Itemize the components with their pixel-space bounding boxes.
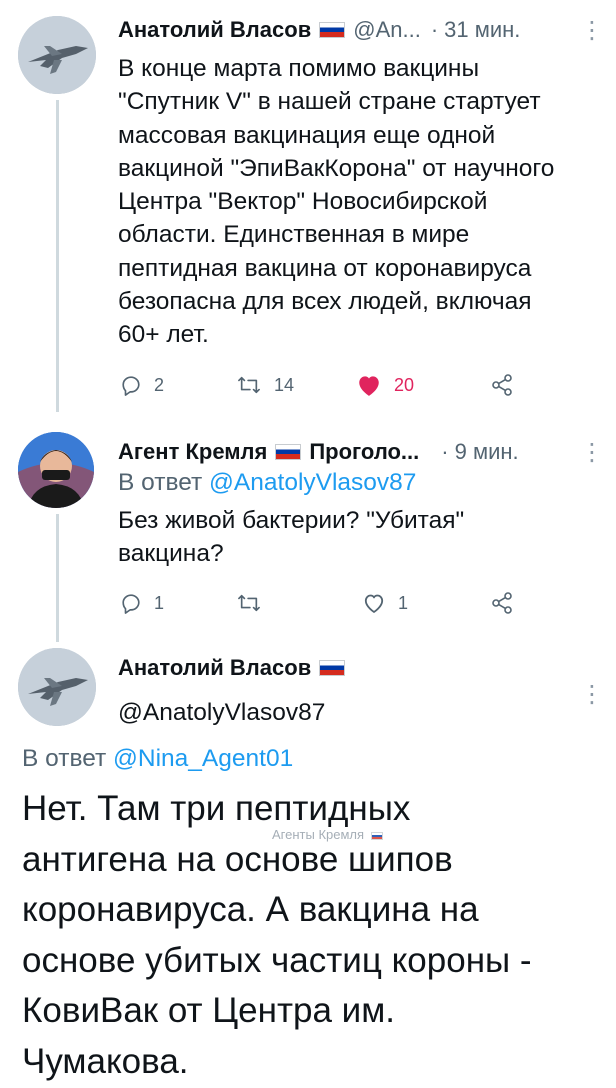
tweet-text: В конце марта помимо вакцины "Спутник V"… — [118, 52, 598, 352]
tweet-line: В конце марта помимо вакцины — [118, 55, 480, 82]
timestamp[interactable]: 9 мин. — [455, 439, 519, 465]
reply-to-link[interactable]: @AnatolyVlasov87 — [209, 469, 416, 496]
retweet-count: 14 — [274, 374, 295, 395]
tweet-line: вакцина? — [118, 540, 224, 568]
avatar[interactable] — [18, 16, 96, 94]
timestamp[interactable]: 31 мин. — [444, 17, 520, 43]
person-avatar-image — [18, 432, 94, 508]
more-options-icon[interactable]: ⋮ — [580, 441, 604, 465]
tweet-line: антигена на основе шипов — [22, 839, 453, 879]
tweet-line: пептидная вакцина от коронавируса — [118, 254, 532, 282]
russia-flag-icon — [370, 831, 383, 840]
russia-flag-icon — [319, 660, 346, 676]
reply-count: 2 — [154, 374, 165, 395]
heart-filled-icon — [359, 376, 379, 396]
reply-prefix: В ответ — [118, 469, 203, 496]
separator-dot: · — [430, 17, 439, 42]
russia-flag-icon — [275, 444, 302, 460]
tweet-actions: 2 14 20 — [120, 370, 520, 400]
share-button[interactable] — [490, 591, 514, 615]
retweet-icon — [238, 376, 260, 394]
reply-context: В ответ @Nina_Agent01 — [22, 742, 602, 775]
tweet-line: основе убитых частиц короны - — [22, 940, 532, 980]
like-button[interactable]: 20 — [356, 373, 414, 397]
tweet-text: Без живой бактерии? "Убитая" вакцина? — [118, 504, 598, 571]
tweet-line: массовая вакцинация еще одной — [118, 121, 496, 149]
reply-icon — [122, 594, 140, 614]
retweet-button[interactable] — [236, 592, 274, 614]
share-icon — [492, 592, 512, 614]
tweet-actions: 1 1 — [120, 588, 520, 618]
retweet-icon — [238, 594, 260, 612]
more-options-icon[interactable]: ⋮ — [580, 19, 604, 43]
watermark-text: Агенты Кремля — [272, 827, 365, 842]
reply-context: В ответ @AnatolyVlasov87 — [118, 466, 598, 499]
avatar[interactable] — [18, 648, 96, 726]
display-name-suffix[interactable]: Проголо... — [309, 439, 419, 465]
tweet-line: вакциной "ЭпиВакКорона" от научного — [118, 154, 555, 182]
tweet-line: Центра "Вектор" Новосибирской — [118, 188, 488, 216]
author-handle[interactable]: @An... — [353, 17, 421, 43]
fighter-jet-avatar-image — [18, 648, 96, 726]
watermark: Агенты Кремля — [272, 827, 383, 842]
reply-count: 1 — [154, 592, 165, 613]
thread-line — [56, 100, 59, 412]
like-count: 20 — [394, 374, 415, 395]
reply-button[interactable]: 1 — [120, 592, 164, 614]
reply-button[interactable]: 2 — [120, 374, 164, 396]
tweet-line: КовиВак от Центра им. — [22, 991, 396, 1031]
reply-to-link[interactable]: @Nina_Agent01 — [113, 745, 293, 772]
fighter-jet-avatar-image — [18, 16, 96, 94]
separator-dot: · — [441, 439, 449, 464]
tweet-line: безопасна для всех людей, включая — [118, 288, 532, 316]
retweet-button[interactable]: 14 — [236, 374, 294, 396]
thread-line — [56, 514, 59, 642]
author-name[interactable]: Анатолий Власов — [118, 17, 311, 43]
avatar[interactable] — [18, 432, 94, 508]
more-options-icon[interactable]: ⋮ — [580, 683, 604, 707]
heart-outline-icon — [364, 594, 384, 613]
share-icon — [492, 374, 512, 396]
tweet-line: "Спутник V" в нашей стране стартует — [118, 88, 541, 116]
russia-flag-icon — [319, 22, 346, 38]
author-name[interactable]: Агент Кремля — [118, 439, 267, 465]
like-button[interactable]: 1 — [362, 592, 408, 614]
author-name[interactable]: Анатолий Власов — [118, 655, 311, 681]
share-button[interactable] — [490, 373, 514, 397]
tweet-line: 60+ лет. — [118, 321, 209, 349]
reply-prefix: В ответ — [22, 745, 107, 772]
reply-icon — [122, 376, 140, 396]
tweet-line: области. Единственная в мире — [118, 221, 470, 249]
tweet-line: коронавируса. А вакцина на — [22, 890, 479, 930]
like-count: 1 — [398, 592, 409, 613]
tweet-line: Без живой бактерии? "Убитая" — [118, 507, 465, 534]
author-handle[interactable]: @AnatolyVlasov87 — [118, 696, 325, 729]
